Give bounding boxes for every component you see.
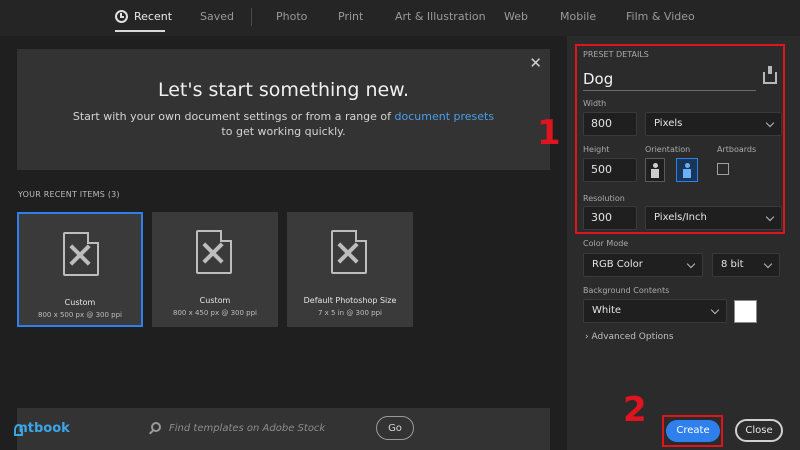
document-icon xyxy=(196,230,232,274)
tab-saved[interactable]: Saved xyxy=(200,10,234,23)
tab-recent[interactable]: Recent xyxy=(134,10,172,23)
chevron-down-icon xyxy=(763,259,773,269)
close-icon[interactable]: ✕ xyxy=(529,54,542,72)
top-nav: Recent Saved Photo Print Art & Illustrat… xyxy=(0,0,800,36)
bit-depth-value: 8 bit xyxy=(721,259,744,270)
annotation-step-1: 1 xyxy=(537,113,561,153)
search-icon xyxy=(151,422,161,432)
chevron-right-icon: › xyxy=(585,332,589,342)
tab-photo[interactable]: Photo xyxy=(276,10,307,23)
recent-item-meta: 800 x 500 px @ 300 ppi xyxy=(38,311,122,319)
active-tab-indicator xyxy=(115,30,165,32)
stock-search-bar: Go xyxy=(17,408,550,450)
annotation-box-create xyxy=(662,415,723,447)
recent-item-card[interactable]: Default Photoshop Size 7 x 5 in @ 300 pp… xyxy=(287,212,413,327)
tab-print[interactable]: Print xyxy=(338,10,363,23)
annotation-box-preset xyxy=(575,44,785,234)
brand-name: ntbook xyxy=(18,421,70,436)
advanced-options-label: Advanced Options xyxy=(591,332,674,342)
color-mode-label: Color Mode xyxy=(583,239,629,248)
advanced-options-toggle[interactable]: › Advanced Options xyxy=(585,332,674,342)
color-mode-select[interactable]: RGB Color xyxy=(583,253,703,277)
recent-item-name: Custom xyxy=(64,298,96,307)
nav-divider xyxy=(251,8,252,26)
welcome-text-after: to get working quickly. xyxy=(221,125,346,138)
background-contents-label: Background Contents xyxy=(583,286,670,295)
background-contents-select[interactable]: White xyxy=(583,299,727,323)
chevron-down-icon xyxy=(686,259,696,269)
recent-items-header: YOUR RECENT ITEMS (3) xyxy=(18,190,120,199)
recent-items-title: YOUR RECENT ITEMS xyxy=(18,190,106,199)
document-icon xyxy=(331,230,367,274)
welcome-banner: ✕ Let's start something new. Start with … xyxy=(17,49,550,170)
tab-art-illustration[interactable]: Art & Illustration xyxy=(395,10,486,23)
bit-depth-select[interactable]: 8 bit xyxy=(712,253,780,277)
welcome-text: Start with your own document settings or… xyxy=(17,109,550,139)
document-presets-link[interactable]: document presets xyxy=(395,110,495,123)
go-button[interactable]: Go xyxy=(376,416,414,440)
close-button[interactable]: Close xyxy=(735,419,783,442)
recent-item-meta: 800 x 450 px @ 300 ppi xyxy=(173,309,257,317)
recent-item-meta: 7 x 5 in @ 300 ppi xyxy=(318,309,382,317)
welcome-title: Let's start something new. xyxy=(157,79,410,101)
recent-item-name: Default Photoshop Size xyxy=(303,296,397,305)
tab-web[interactable]: Web xyxy=(504,10,528,23)
tab-film-video[interactable]: Film & Video xyxy=(626,10,695,23)
color-mode-value: RGB Color xyxy=(592,259,643,270)
annotation-step-2: 2 xyxy=(623,390,647,430)
clock-icon xyxy=(115,10,128,23)
recent-item-card[interactable]: Custom 800 x 450 px @ 300 ppi xyxy=(152,212,278,327)
recent-item-card[interactable]: Custom 800 x 500 px @ 300 ppi xyxy=(17,212,143,327)
document-icon xyxy=(63,232,99,276)
chevron-down-icon xyxy=(710,305,720,315)
tab-mobile[interactable]: Mobile xyxy=(560,10,596,23)
recent-item-name: Custom xyxy=(199,296,231,305)
recent-items-count: (3) xyxy=(107,190,120,199)
welcome-text-before: Start with your own document settings or… xyxy=(72,110,392,123)
background-contents-value: White xyxy=(592,305,622,316)
brand-watermark: ntbook xyxy=(14,421,70,436)
search-input[interactable] xyxy=(169,420,369,436)
background-color-swatch[interactable] xyxy=(734,300,757,323)
